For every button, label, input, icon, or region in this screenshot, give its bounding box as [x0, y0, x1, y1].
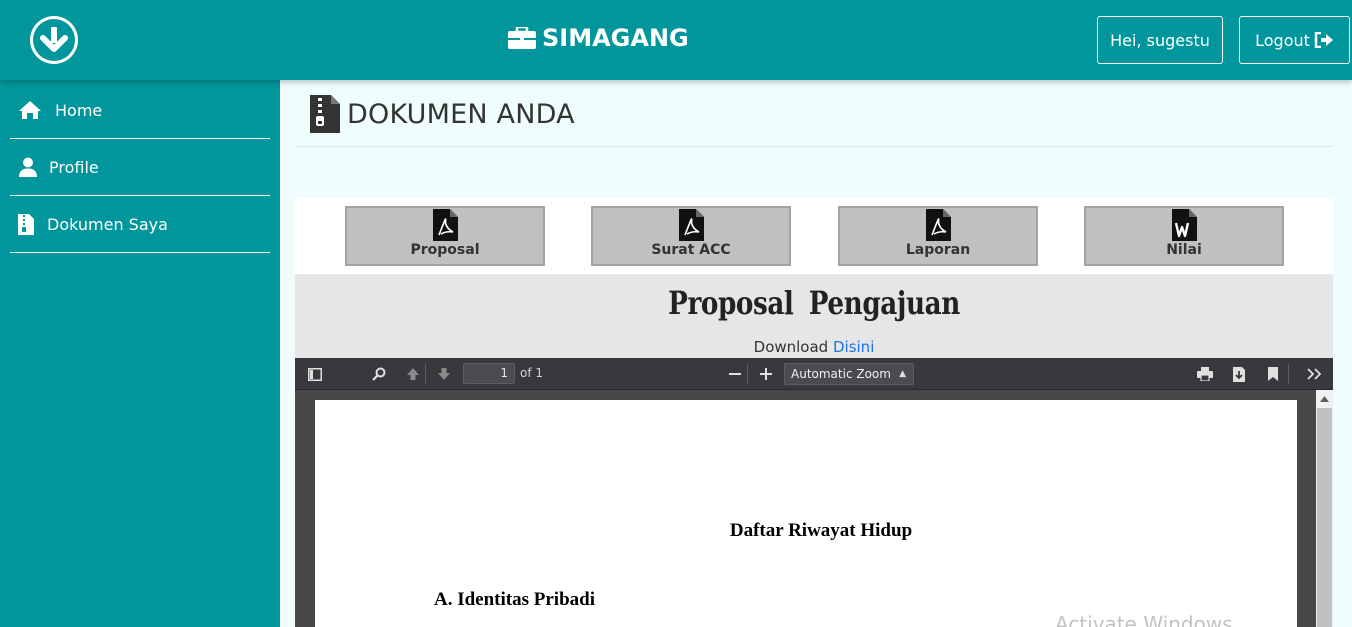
sidebar-item-dokumen-saya[interactable]: Dokumen Saya [10, 196, 270, 253]
pdf-scrollbar[interactable] [1316, 390, 1333, 627]
download-logo-icon[interactable] [30, 16, 78, 64]
toolbar-separator [425, 364, 426, 384]
find-icon[interactable] [371, 366, 387, 382]
scroll-up-arrow-icon[interactable] [1316, 390, 1333, 407]
brand-label: SIMAGANG [542, 24, 689, 52]
document-label: Nilai [1166, 242, 1202, 258]
select-arrows-icon: ▲ [899, 369, 906, 379]
sidebar-item-label: Dokumen Saya [47, 214, 168, 234]
zoom-out-icon[interactable] [727, 366, 743, 382]
sidebar: Home Profile Dokumen Saya [0, 80, 280, 627]
user-greeting-button[interactable]: Hei, sugestu [1097, 16, 1223, 64]
download-icon[interactable] [1231, 366, 1247, 382]
main-content: DOKUMEN ANDA Proposal Surat ACC Laporan … [280, 80, 1352, 627]
nilai-document-button[interactable]: Nilai [1084, 206, 1284, 266]
document-label: Proposal [410, 242, 480, 258]
word-file-icon [1171, 209, 1197, 241]
previous-page-icon[interactable] [405, 366, 421, 382]
page-title: DOKUMEN ANDA [347, 98, 575, 130]
document-label: Surat ACC [651, 242, 731, 258]
pdf-toolbar: 1 of 1 Automatic Zoom ▲ [295, 358, 1333, 390]
print-icon[interactable] [1197, 366, 1213, 382]
document-viewer-header: Proposal Pengajuan Download Disini [295, 274, 1333, 358]
toolbar-separator [1288, 364, 1289, 384]
toolbar-separator [747, 364, 748, 384]
document-button-bar: Proposal Surat ACC Laporan Nilai [295, 198, 1333, 274]
pdf-file-icon [678, 209, 704, 241]
download-text: Download [753, 338, 829, 356]
next-page-icon[interactable] [436, 366, 452, 382]
zoom-select-value: Automatic Zoom [791, 367, 891, 381]
tools-menu-icon[interactable] [1306, 366, 1322, 382]
file-zip-icon [310, 95, 340, 133]
laporan-document-button[interactable]: Laporan [838, 206, 1038, 266]
pdf-file-icon [925, 209, 951, 241]
download-line: Download Disini [295, 338, 1333, 356]
sidebar-item-label: Home [55, 100, 103, 120]
sidebar-item-profile[interactable]: Profile [10, 139, 270, 196]
pdf-file-icon [432, 209, 458, 241]
surat-acc-document-button[interactable]: Surat ACC [591, 206, 791, 266]
file-zip-icon [14, 213, 38, 235]
pdf-viewer: 1 of 1 Automatic Zoom ▲ Daftar Riwayat H… [295, 358, 1333, 627]
scrollbar-thumb[interactable] [1317, 408, 1332, 627]
page-count: of 1 [520, 366, 544, 380]
pdf-heading: Daftar Riwayat Hidup [729, 520, 913, 541]
pdf-page: Daftar Riwayat Hidup A. Identitas Pribad… [315, 400, 1297, 627]
top-navbar: SIMAGANG Hei, sugestu Logout [0, 0, 1352, 80]
user-icon [16, 157, 40, 177]
sidebar-item-label: Profile [49, 157, 99, 177]
page-header: DOKUMEN ANDA [310, 94, 575, 134]
document-label: Laporan [905, 242, 971, 258]
home-icon [18, 100, 42, 120]
briefcase-icon [508, 27, 536, 49]
page-number-input[interactable]: 1 [463, 363, 515, 384]
download-link[interactable]: Disini [833, 338, 874, 356]
viewer-title: Proposal Pengajuan [668, 284, 960, 322]
proposal-document-button[interactable]: Proposal [345, 206, 545, 266]
sidebar-toggle-icon[interactable] [307, 366, 323, 382]
bookmark-icon[interactable] [1265, 366, 1281, 382]
logout-button[interactable]: Logout [1239, 16, 1350, 64]
header-divider [295, 146, 1333, 147]
logout-label: Logout [1255, 30, 1310, 50]
user-greeting-label: Hei, sugestu [1110, 30, 1210, 50]
zoom-select[interactable]: Automatic Zoom ▲ [784, 363, 914, 385]
zoom-in-icon[interactable] [758, 366, 774, 382]
activate-windows-watermark: Activate Windows [1055, 612, 1233, 627]
sign-out-icon [1314, 32, 1333, 48]
pdf-section-heading: A. Identitas Pribadi [434, 589, 595, 610]
sidebar-item-home[interactable]: Home [10, 82, 270, 139]
brand-title[interactable]: SIMAGANG [508, 22, 689, 54]
